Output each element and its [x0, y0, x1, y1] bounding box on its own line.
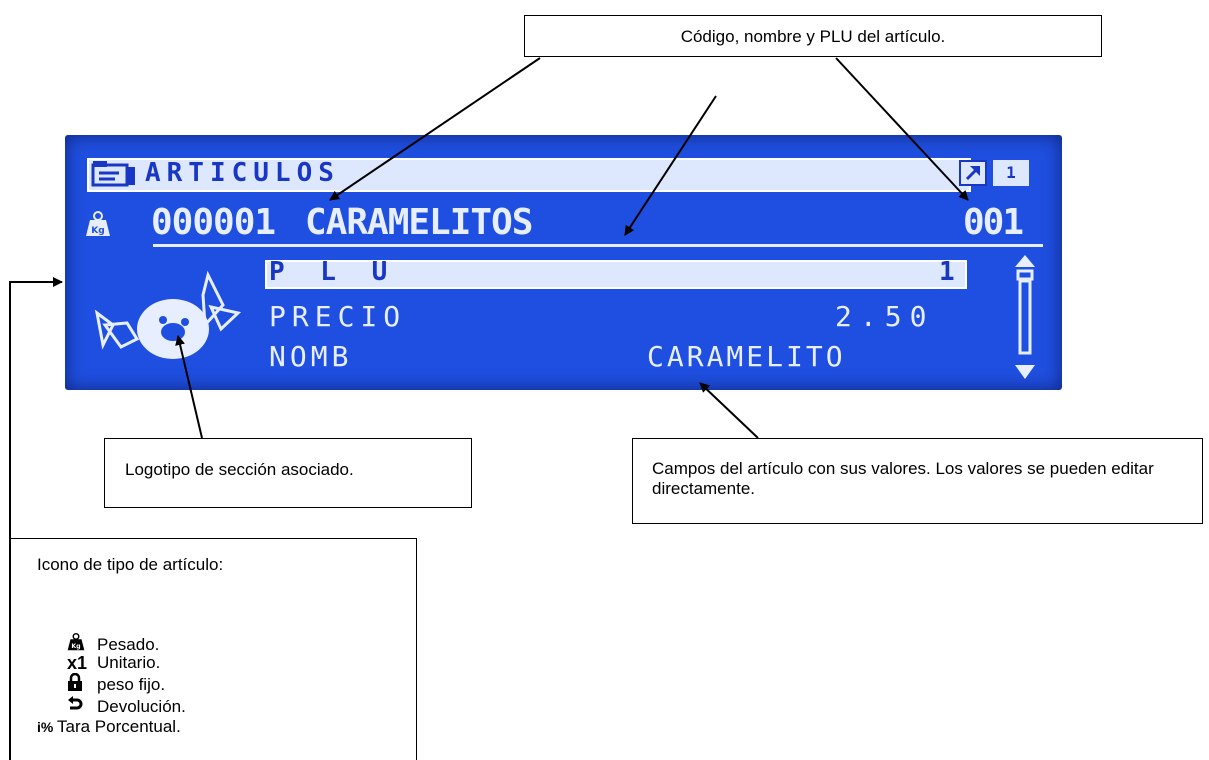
arrow-to-item-code: [329, 57, 541, 201]
arrow-to-item-name: [624, 95, 717, 236]
arrow-to-item-plu: [835, 57, 969, 201]
arrow-to-logo: [175, 335, 203, 439]
annotation-arrows: [9, 57, 969, 760]
arrow-to-type-icon: [9, 277, 63, 760]
arrow-to-fields: [699, 382, 759, 439]
